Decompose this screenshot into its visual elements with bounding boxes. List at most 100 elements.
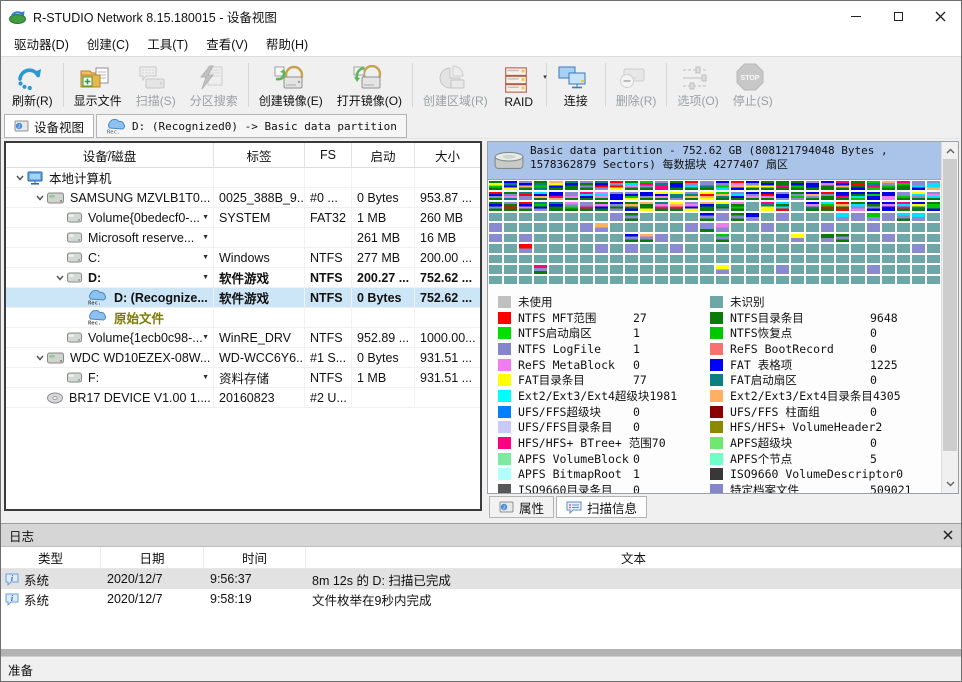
- log-row[interactable]: i系统2020/12/79:56:378m 12s 的 D: 扫描已完成: [1, 569, 961, 589]
- menu-item-2[interactable]: 工具(T): [138, 31, 197, 56]
- scrollbar-thumb[interactable]: [943, 159, 957, 451]
- chevron-down-icon[interactable]: [32, 193, 47, 202]
- chevron-down-icon[interactable]: [12, 173, 27, 182]
- scan-block: [625, 213, 638, 222]
- menu-item-3[interactable]: 查看(V): [197, 31, 257, 56]
- device-name-cell: WDC WD10EZEX-08W...: [6, 348, 214, 367]
- dropdown-arrow-icon[interactable]: ▼: [202, 234, 213, 241]
- device-name: 原始文件: [114, 308, 164, 327]
- log-column-header-3[interactable]: 文本: [306, 547, 961, 568]
- legend-label: NTFS LogFile: [518, 342, 633, 356]
- scan-panel-scrollbar[interactable]: [941, 142, 958, 493]
- dropdown-arrow-icon[interactable]: ▼: [202, 374, 213, 381]
- log-panel: 日志 类型日期时间文本 i系统2020/12/79:56:378m 12s 的 …: [1, 523, 961, 649]
- scroll-up-icon[interactable]: [942, 143, 958, 159]
- dropdown-arrow-icon[interactable]: ▼: [202, 274, 213, 281]
- scan-block: [731, 181, 744, 190]
- menu-item-1[interactable]: 创建(C): [78, 31, 138, 56]
- device-name: D:: [88, 271, 101, 285]
- scan-block: [700, 255, 713, 264]
- scan-block: [489, 234, 502, 243]
- dropdown-arrow-icon[interactable]: ▾: [543, 73, 547, 81]
- scan-block: [504, 213, 517, 222]
- tree-column-header-4[interactable]: 大小: [415, 143, 480, 167]
- scan-block: [610, 234, 623, 243]
- scroll-down-icon[interactable]: [942, 476, 958, 492]
- tree-column-label: 大小: [435, 146, 460, 165]
- info-tab-1[interactable]: 扫描信息: [556, 496, 647, 518]
- label-cell: [214, 308, 305, 327]
- scan-block: [670, 234, 683, 243]
- toolbar-button-cimage[interactable]: 创建镜像(E): [252, 59, 330, 111]
- tree-column-header-3[interactable]: 启动: [352, 143, 415, 167]
- label-cell: 0025_388B_9...: [214, 188, 305, 207]
- menu-item-4[interactable]: 帮助(H): [257, 31, 317, 56]
- table-row[interactable]: 本地计算机: [6, 168, 480, 188]
- log-column-header-0[interactable]: 类型: [1, 547, 101, 568]
- scan-block: [549, 202, 562, 211]
- toolbar-button-oimage[interactable]: 打开镜像(O): [330, 59, 409, 111]
- scan-block: [776, 213, 789, 222]
- scan-block: [776, 202, 789, 211]
- table-row[interactable]: Rec.原始文件: [6, 308, 480, 328]
- tree-column-header-0[interactable]: 设备/磁盘: [6, 143, 214, 167]
- partition-icon: [67, 332, 82, 343]
- close-button[interactable]: [919, 1, 961, 31]
- table-row[interactable]: C:▼WindowsNTFS277 MB200.00 ...: [6, 248, 480, 268]
- scan-block: [504, 181, 517, 190]
- dropdown-arrow-icon[interactable]: ▼: [202, 334, 213, 341]
- toolbar-button-raid[interactable]: RAID▾: [495, 59, 543, 111]
- view-tab-0[interactable]: i设备视图: [4, 114, 94, 138]
- scan-block: [670, 181, 683, 190]
- toolbar-button-refresh[interactable]: 刷新(R): [5, 59, 60, 111]
- log-close-button[interactable]: [943, 530, 953, 540]
- chevron-down-icon[interactable]: [52, 273, 67, 282]
- minimize-button[interactable]: [835, 1, 877, 31]
- info-tab-bar: i属性扫描信息: [489, 496, 647, 518]
- tree-column-header-2[interactable]: FS: [305, 143, 352, 167]
- table-row[interactable]: F:▼资料存储NTFS1 MB931.51 ...: [6, 368, 480, 388]
- info-tab-0[interactable]: i属性: [489, 496, 554, 518]
- scan-block: [927, 223, 940, 232]
- scan-block: [565, 255, 578, 264]
- scan-block: [851, 276, 864, 285]
- boot-cell: [352, 388, 415, 407]
- table-row[interactable]: D:▼软件游戏NTFS200.27 ...752.62 ...: [6, 268, 480, 288]
- scan-block: [761, 234, 774, 243]
- scan-block-map[interactable]: [488, 180, 941, 288]
- maximize-button[interactable]: [877, 1, 919, 31]
- view-tab-1[interactable]: Rec.D: (Recognized0) -> Basic data parti…: [96, 114, 407, 138]
- toolbar-button-del: 删除(R): [609, 59, 664, 111]
- table-row[interactable]: Volume{1ecb0c98-...▼WinRE_DRVNTFS952.89 …: [6, 328, 480, 348]
- chevron-down-icon[interactable]: [32, 353, 47, 362]
- log-column-header-1[interactable]: 日期: [101, 547, 204, 568]
- table-row[interactable]: Rec.D: (Recognize...软件游戏NTFS0 Bytes752.6…: [6, 288, 480, 308]
- table-row[interactable]: BR17 DEVICE V1.00 1....20160823#2 U...: [6, 388, 480, 408]
- table-row[interactable]: SAMSUNG MZVLB1T0...0025_388B_9...#0 ...0…: [6, 188, 480, 208]
- scan-block: [519, 202, 532, 211]
- table-row[interactable]: Microsoft reserve...▼261 MB16 MB: [6, 228, 480, 248]
- toolbar-button-connect[interactable]: 连接: [550, 59, 602, 111]
- toolbar-separator: [605, 63, 606, 107]
- table-row[interactable]: WDC WD10EZEX-08W...WD-WCC6Y6...#1 S...0 …: [6, 348, 480, 368]
- menu-item-0[interactable]: 驱动器(D): [5, 31, 78, 56]
- log-row[interactable]: i系统2020/12/79:58:19文件枚举在9秒内完成: [1, 589, 961, 609]
- label-cell: WD-WCC6Y6...: [214, 348, 305, 367]
- dropdown-arrow-icon[interactable]: ▼: [202, 214, 213, 221]
- scan-block: [655, 223, 668, 232]
- scan-block: [580, 192, 593, 201]
- toolbar-separator: [248, 63, 249, 107]
- scan-block: [670, 223, 683, 232]
- log-column-header-2[interactable]: 时间: [204, 547, 306, 568]
- scan-block: [761, 181, 774, 190]
- toolbar-button-showfiles[interactable]: 显示文件: [67, 59, 129, 111]
- scan-block: [595, 202, 608, 211]
- scan-block: [821, 192, 834, 201]
- table-row[interactable]: Volume{0bedecf0-...▼SYSTEMFAT321 MB260 M…: [6, 208, 480, 228]
- scan-block: [806, 223, 819, 232]
- legend-label: 未识别: [730, 294, 870, 310]
- tree-column-label: 启动: [370, 146, 395, 165]
- legend-entry: ISO9660目录条目0: [498, 482, 710, 494]
- tree-column-header-1[interactable]: 标签: [214, 143, 305, 167]
- dropdown-arrow-icon[interactable]: ▼: [202, 254, 213, 261]
